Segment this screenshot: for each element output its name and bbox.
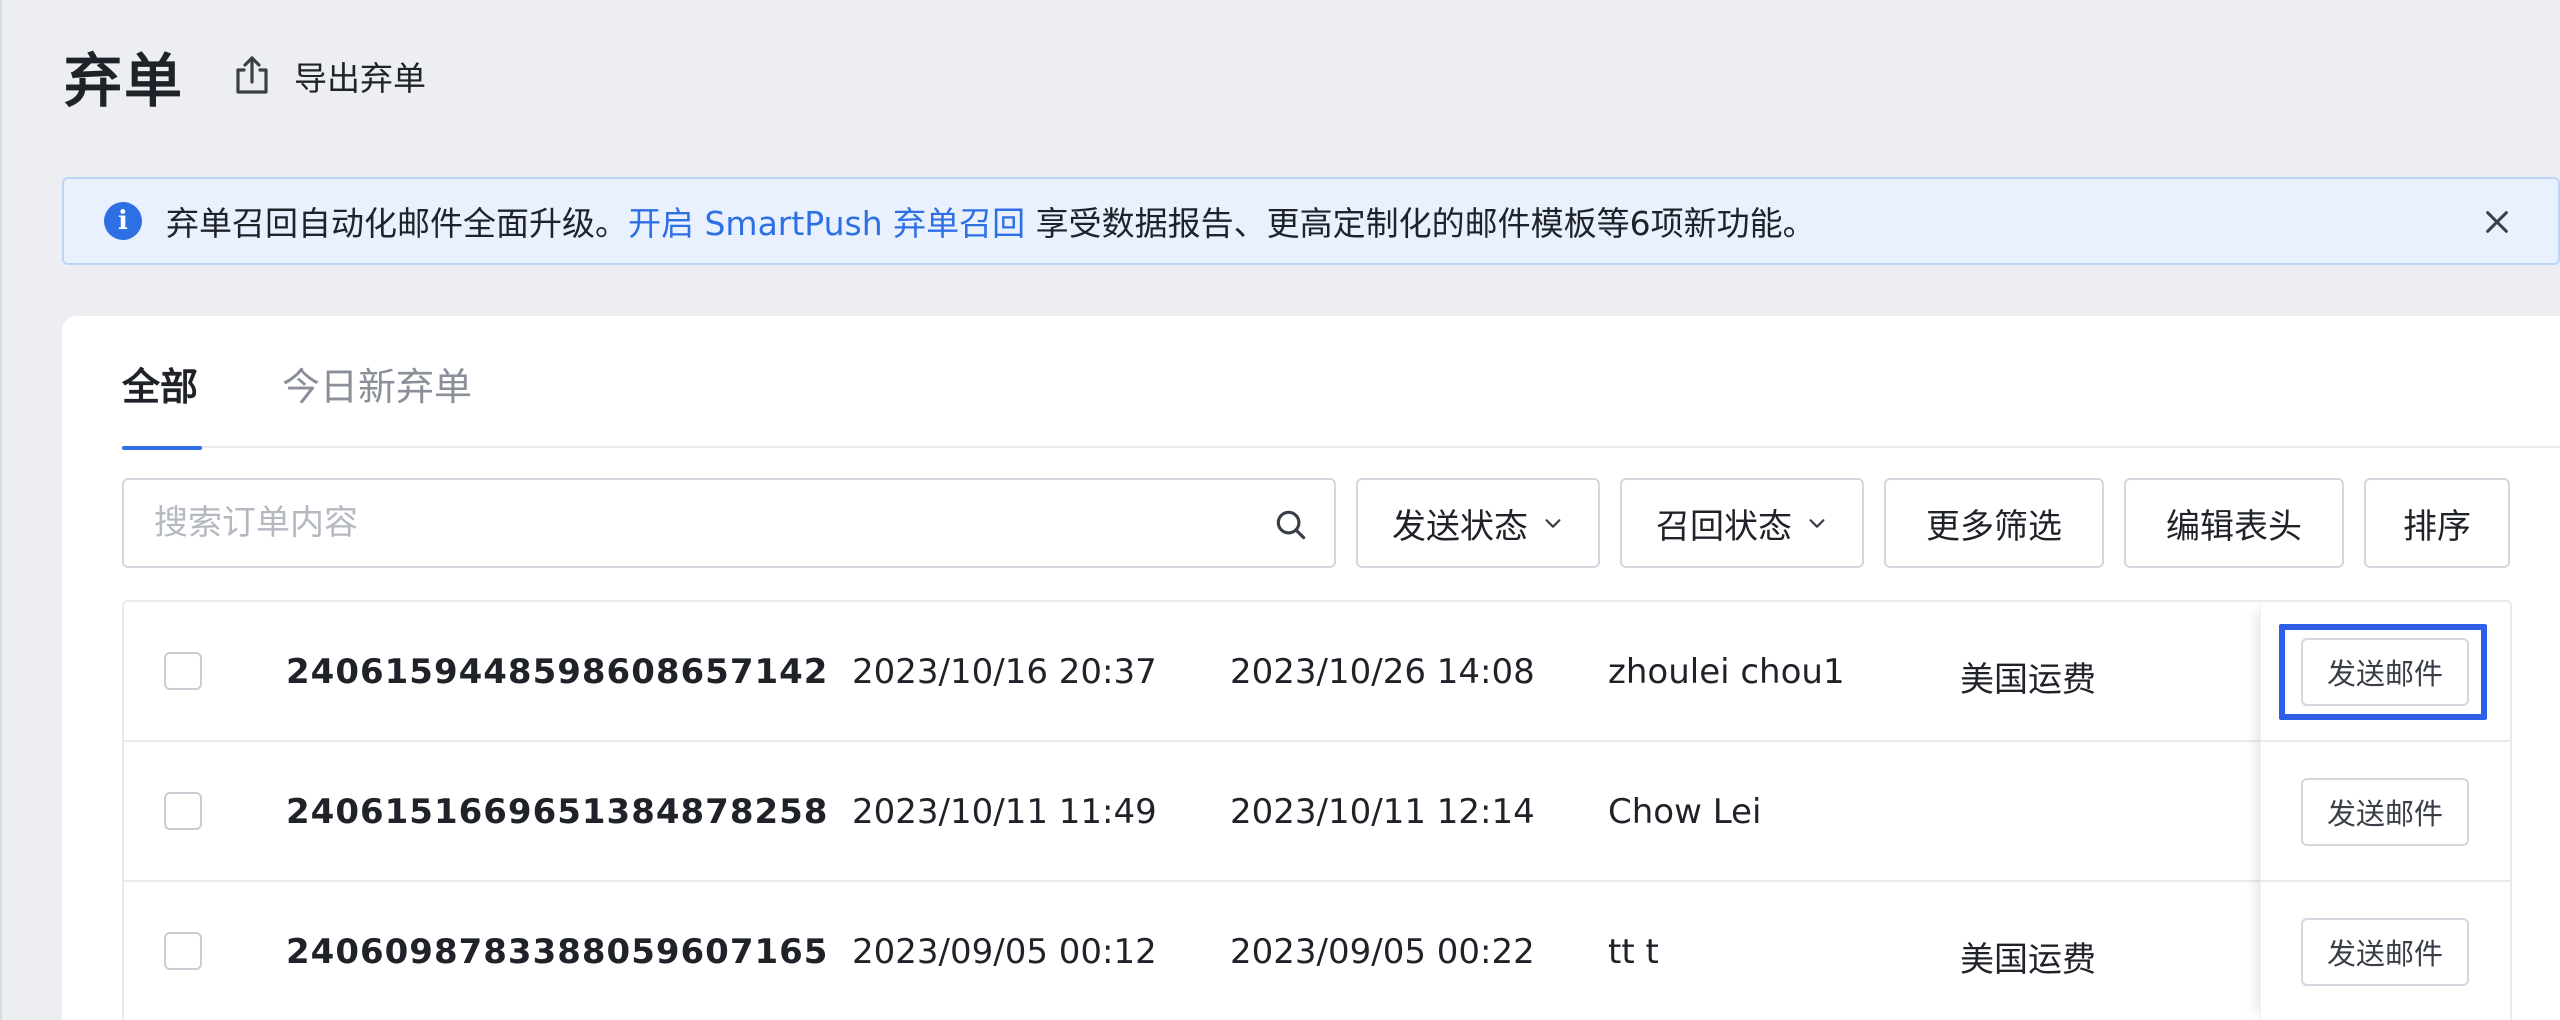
edit-header-button[interactable]: 编辑表头 (2124, 478, 2344, 568)
search-box (122, 478, 1336, 568)
more-filters-button[interactable]: 更多筛选 (1884, 478, 2104, 568)
export-label: 导出弃单 (294, 59, 427, 98)
export-icon (236, 56, 268, 94)
notice-text-after: 享受数据报告、更高定制化的邮件模板等6项新功能。 (1025, 204, 1816, 243)
send-status-filter[interactable]: 发送状态 (1356, 478, 1600, 568)
notice-text-before: 弃单召回自动化邮件全面升级。 (166, 204, 628, 243)
left-edge-divider (0, 0, 2, 1020)
shipping-label: 美国运费 (1960, 940, 2096, 980)
order-id: 2406159448598608657142 (286, 652, 829, 692)
upgrade-notice-banner: i 弃单召回自动化邮件全面升级。开启 SmartPush 弃单召回 享受数据报告… (62, 177, 2560, 265)
updated-time: 2023/09/05 00:22 (1230, 932, 1535, 972)
tab-bar: 全部 今日新弃单 (122, 316, 2560, 450)
action-cell: 发送邮件 (2261, 602, 2510, 742)
close-icon (2486, 211, 2508, 233)
row-checkbox[interactable] (164, 932, 202, 970)
notice-text: 弃单召回自动化邮件全面升级。开启 SmartPush 弃单召回 享受数据报告、更… (166, 197, 1816, 245)
created-time: 2023/10/11 11:49 (852, 792, 1157, 832)
notice-close-button[interactable] (2472, 197, 2522, 247)
search-input[interactable] (154, 503, 1234, 543)
row-checkbox[interactable] (164, 792, 202, 830)
send-email-button[interactable]: 发送邮件 (2301, 638, 2469, 706)
chevron-down-icon (1809, 519, 1825, 528)
action-cell: 发送邮件 (2261, 742, 2510, 882)
search-icon[interactable] (1272, 506, 1310, 544)
created-time: 2023/10/16 20:37 (852, 652, 1157, 692)
updated-time: 2023/10/11 12:14 (1230, 792, 1535, 832)
info-icon: i (104, 202, 142, 240)
row-checkbox[interactable] (164, 652, 202, 690)
customer-name: Chow Lei (1608, 792, 1762, 832)
send-status-label: 发送状态 (1392, 506, 1528, 547)
customer-name: zhoulei chou1 (1608, 652, 1845, 692)
send-email-button[interactable]: 发送邮件 (2301, 778, 2469, 846)
shipping-label: 美国运费 (1960, 660, 2096, 700)
tab-all[interactable]: 全部 (122, 356, 203, 450)
action-cell: 发送邮件 (2261, 882, 2510, 1020)
order-id: 2406151669651384878258 (286, 792, 829, 832)
chevron-down-icon (1545, 519, 1561, 528)
table-row[interactable]: 2406098783388059607165 2023/09/05 00:12 … (124, 882, 2510, 1020)
abandoned-orders-card: 全部 今日新弃单 发送状态 召回状态 更多筛选 编辑表头 排序 24061594… (62, 316, 2560, 1020)
sort-button[interactable]: 排序 (2364, 478, 2510, 568)
order-id: 2406098783388059607165 (286, 932, 829, 972)
table-row[interactable]: 2406159448598608657142 2023/10/16 20:37 … (124, 602, 2510, 742)
tab-today-new[interactable]: 今日新弃单 (282, 356, 472, 448)
page-header: 弃单 导出弃单 (64, 40, 426, 115)
send-email-button[interactable]: 发送邮件 (2301, 918, 2469, 986)
updated-time: 2023/10/26 14:08 (1230, 652, 1535, 692)
recall-status-filter[interactable]: 召回状态 (1620, 478, 1864, 568)
page-title: 弃单 (64, 47, 185, 115)
action-column: 发送邮件 发送邮件 发送邮件 (2260, 602, 2510, 1020)
export-button[interactable]: 导出弃单 (228, 52, 426, 100)
created-time: 2023/09/05 00:12 (852, 932, 1157, 972)
customer-name: tt t (1608, 932, 1659, 972)
table-row[interactable]: 2406151669651384878258 2023/10/11 11:49 … (124, 742, 2510, 882)
enable-smartpush-link[interactable]: 开启 SmartPush 弃单召回 (628, 204, 1025, 243)
orders-table: 2406159448598608657142 2023/10/16 20:37 … (122, 600, 2512, 1020)
recall-status-label: 召回状态 (1656, 506, 1792, 547)
